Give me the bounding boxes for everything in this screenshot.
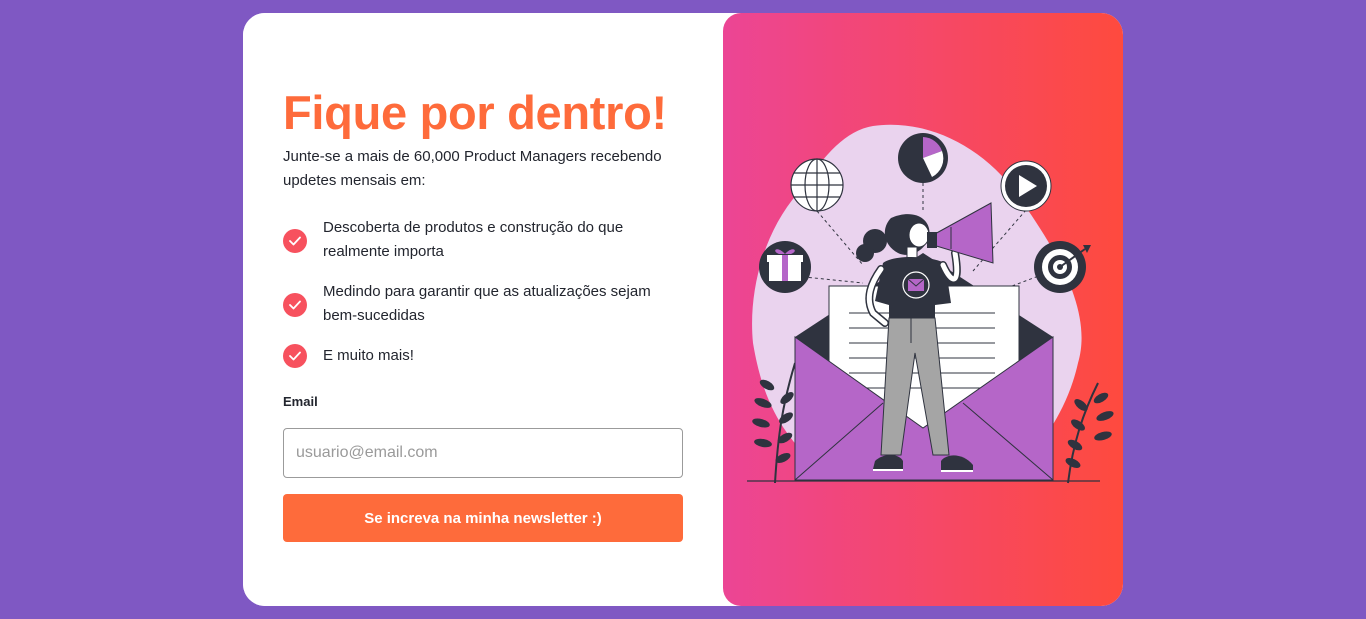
play-icon xyxy=(1000,160,1052,212)
gift-icon xyxy=(759,241,811,293)
globe-icon xyxy=(790,158,844,212)
email-label: Email xyxy=(283,394,318,409)
signup-panel: Fique por dentro! Junte-se a mais de 60,… xyxy=(243,13,723,606)
benefit-item: Medindo para garantir que as atualizaçõe… xyxy=(283,280,673,328)
subscribe-button[interactable]: Se increva na minha newsletter :) xyxy=(283,494,683,542)
newsletter-illustration xyxy=(747,124,1114,484)
signup-subtitle: Junte-se a mais de 60,000 Product Manage… xyxy=(283,148,662,189)
check-icon xyxy=(283,344,307,368)
benefit-text: E muito mais! xyxy=(323,347,414,364)
newsletter-card: Fique por dentro! Junte-se a mais de 60,… xyxy=(243,13,1123,606)
check-icon xyxy=(283,229,307,253)
benefit-text: Descoberta de produtos e construção do q… xyxy=(323,219,624,260)
benefit-item: Descoberta de produtos e construção do q… xyxy=(283,216,673,264)
email-field[interactable] xyxy=(283,428,683,478)
benefit-item: E muito mais! xyxy=(283,344,673,368)
leaves-right xyxy=(1065,382,1114,484)
illustration-panel xyxy=(723,13,1123,606)
benefit-text: Medindo para garantir que as atualizaçõe… xyxy=(323,283,651,324)
page-title: Fique por dentro! xyxy=(283,86,667,139)
target-icon xyxy=(1034,241,1091,293)
check-icon xyxy=(283,293,307,317)
pie-chart-icon xyxy=(898,133,948,183)
